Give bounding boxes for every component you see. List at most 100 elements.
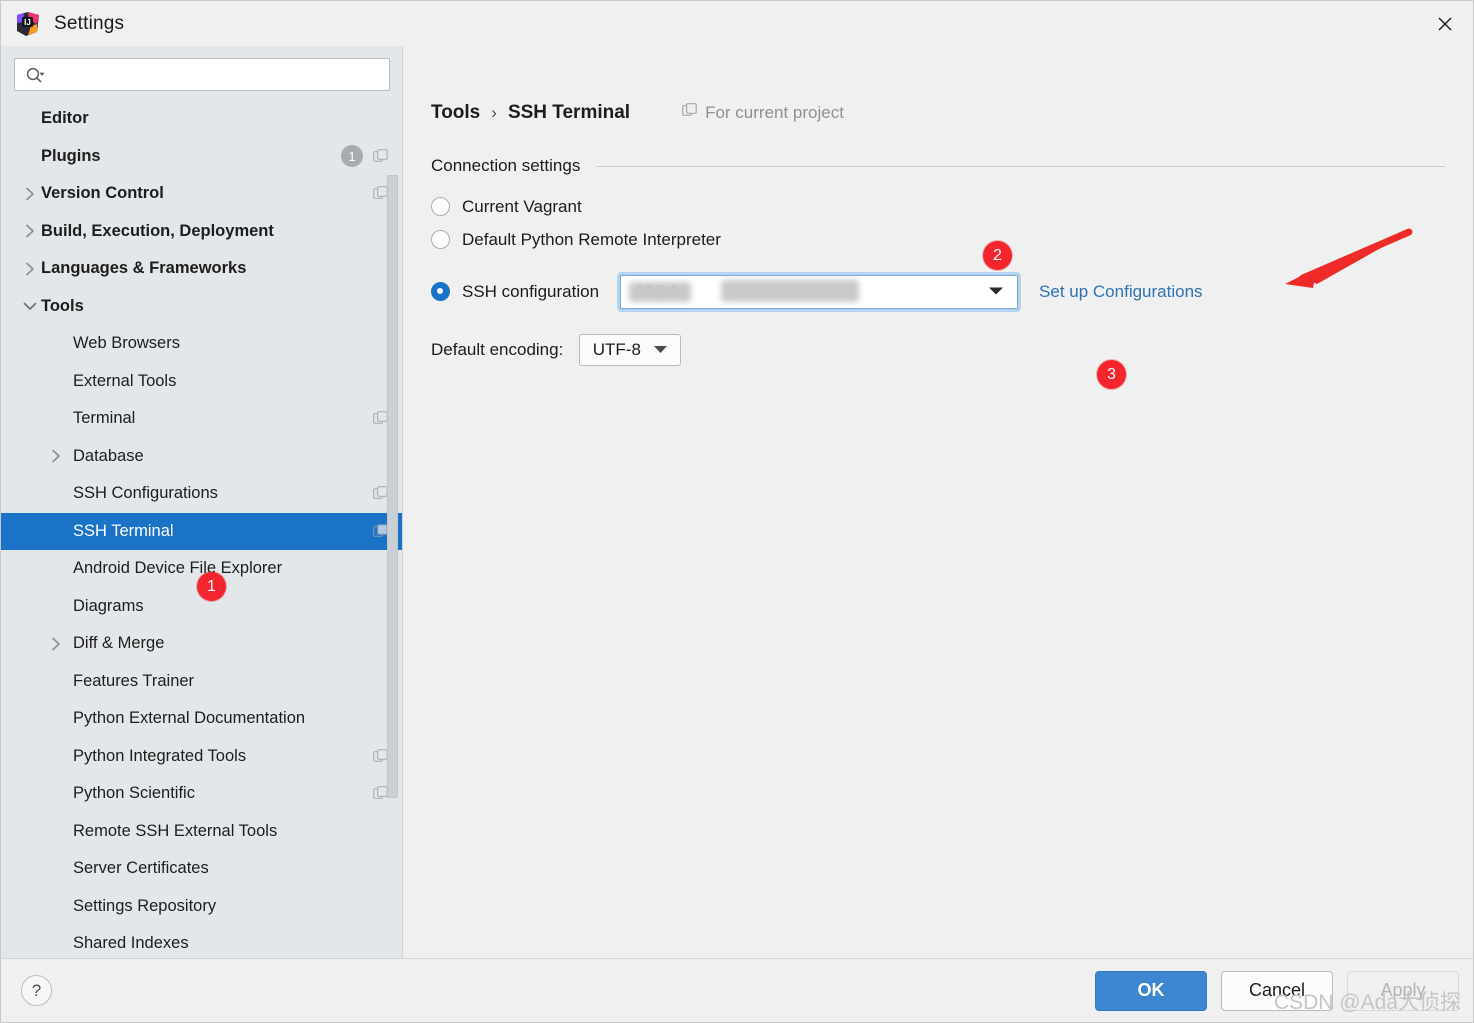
breadcrumb-parent[interactable]: Tools [431, 102, 480, 124]
ok-button[interactable]: OK [1095, 970, 1207, 1011]
copy-icon[interactable] [373, 748, 388, 764]
chevron-right-icon[interactable] [19, 187, 41, 201]
chevron-down-icon[interactable] [653, 341, 668, 359]
default-encoding-combo[interactable]: UTF-8 [579, 334, 682, 366]
footer-buttons: OK Cancel Apply [1095, 970, 1459, 1011]
sidebar-item-label: Python External Documentation [73, 709, 306, 728]
sidebar-item-label: Build, Execution, Deployment [41, 221, 274, 240]
chevron-right-icon[interactable] [45, 637, 67, 651]
sidebar-item-settings-repository[interactable]: Settings Repository [1, 888, 402, 926]
sidebar-item-python-scientific[interactable]: Python Scientific [1, 775, 402, 813]
copy-icon[interactable] [373, 523, 388, 539]
search-icon [25, 66, 46, 84]
sidebar-item-label: Languages & Frameworks [41, 259, 247, 278]
sidebar-item-label: Settings Repository [73, 896, 217, 915]
sidebar-item-label: Plugins [41, 146, 101, 165]
help-button[interactable]: ? [21, 975, 52, 1006]
sidebar-item-label: Android Device File Explorer [73, 559, 283, 578]
sidebar-item-label: Python Integrated Tools [73, 746, 247, 765]
copy-icon[interactable] [373, 786, 388, 801]
search-container [1, 46, 402, 91]
option-ssh-configuration[interactable]: SSH configuration 192.1 Set up Configura… [431, 271, 1473, 312]
dialog-body: Editor Plugins 1 Version Control Build, Exec… [1, 46, 1473, 958]
option-current-vagrant[interactable]: Current Vagrant [431, 190, 1473, 223]
sidebar-item-terminal[interactable]: Terminal [1, 400, 402, 438]
chevron-down-icon[interactable] [988, 283, 1004, 301]
cancel-button[interactable]: Cancel [1221, 970, 1333, 1011]
default-encoding-value: UTF-8 [592, 340, 641, 359]
radio-default-python-remote-interpreter[interactable] [431, 230, 450, 249]
radio-current-vagrant[interactable] [431, 197, 450, 216]
sidebar-item-label: Database [73, 446, 144, 465]
for-current-project-label: For current project [705, 103, 844, 122]
connection-options-group: Current Vagrant Default Python Remote In… [403, 190, 1473, 312]
sidebar-item-label: SSH Terminal [73, 521, 174, 540]
redaction-block-right [721, 279, 860, 302]
sidebar-item-build-execution-deployment[interactable]: Build, Execution, Deployment [1, 213, 402, 251]
sidebar-item-database[interactable]: Database [1, 438, 402, 476]
sidebar-item-label: SSH Configurations [73, 484, 218, 503]
sidebar-item-languages-frameworks[interactable]: Languages & Frameworks [1, 250, 402, 288]
sidebar-item-trailing-icons [373, 786, 388, 801]
sidebar-item-plugins[interactable]: Plugins 1 [1, 138, 402, 176]
ssh-configuration-combo[interactable]: 192.1 [620, 274, 1019, 309]
chevron-down-icon[interactable] [19, 301, 41, 312]
search-input[interactable] [46, 59, 389, 90]
sidebar-item-label: Terminal [73, 409, 136, 428]
sidebar-item-ssh-configurations[interactable]: SSH Configurations [1, 475, 402, 513]
redaction-block-left [629, 281, 692, 302]
set-up-configurations-link[interactable]: Set up Configurations [1039, 282, 1203, 302]
breadcrumb-separator: › [491, 103, 497, 122]
sidebar-item-editor[interactable]: Editor [1, 100, 402, 138]
option-default-python-remote-interpreter-label: Default Python Remote Interpreter [462, 229, 721, 249]
sidebar-item-python-integrated-tools[interactable]: Python Integrated Tools [1, 738, 402, 776]
sidebar-item-trailing-icons [373, 411, 388, 426]
sidebar-item-label: Diagrams [73, 596, 144, 615]
sidebar-item-label: Server Certificates [73, 859, 209, 878]
chevron-right-icon[interactable] [45, 449, 67, 463]
option-default-python-remote-interpreter[interactable]: Default Python Remote Interpreter [431, 223, 1473, 256]
sidebar-item-web-browsers[interactable]: Web Browsers [1, 325, 402, 363]
sidebar-item-server-certificates[interactable]: Server Certificates [1, 850, 402, 888]
copy-icon [682, 103, 697, 123]
sidebar-item-external-tools[interactable]: External Tools [1, 363, 402, 401]
radio-ssh-configuration[interactable] [431, 282, 450, 301]
sidebar-item-label: Diff & Merge [73, 634, 165, 653]
ssh-configuration-combo-focus-ring: 192.1 [617, 271, 1022, 312]
search-box[interactable] [14, 58, 390, 91]
annotation-badge-2: 2 [983, 241, 1012, 270]
sidebar-item-version-control[interactable]: Version Control [1, 175, 402, 213]
sidebar-item-python-external-documentation[interactable]: Python External Documentation [1, 700, 402, 738]
sidebar-item-count-badge: 1 [341, 145, 363, 168]
title-bar: IJ Settings [1, 1, 1473, 46]
intellij-idea-logo-icon: IJ [15, 11, 41, 37]
sidebar-item-remote-ssh-external-tools[interactable]: Remote SSH External Tools [1, 813, 402, 851]
sidebar-scrollbar-thumb[interactable] [387, 175, 398, 798]
breadcrumb: Tools › SSH Terminal For current project [431, 102, 1473, 124]
for-current-project[interactable]: For current project [682, 103, 844, 123]
settings-main-panel: Tools › SSH Terminal For current project… [403, 46, 1473, 958]
sidebar-item-shared-indexes[interactable]: Shared Indexes [1, 925, 402, 958]
annotation-badge-3: 3 [1097, 360, 1126, 389]
sidebar-item-tools[interactable]: Tools [1, 288, 402, 326]
copy-icon[interactable] [373, 411, 388, 426]
option-ssh-configuration-label: SSH configuration [462, 281, 600, 301]
sidebar-scrollbar-track[interactable] [387, 46, 398, 958]
sidebar-item-features-trainer[interactable]: Features Trainer [1, 663, 402, 701]
sidebar-item-label: Python Scientific [73, 784, 195, 803]
sidebar-item-ssh-terminal[interactable]: SSH Terminal [1, 512, 402, 550]
chevron-right-icon[interactable] [19, 224, 41, 238]
sidebar-item-diff-merge[interactable]: Diff & Merge [1, 625, 402, 663]
sidebar-item-label: Tools [41, 296, 84, 315]
settings-tree: Editor Plugins 1 Version Control Build, Exec… [1, 100, 402, 958]
copy-icon[interactable] [373, 486, 388, 501]
sidebar-item-label: Version Control [41, 184, 164, 203]
chevron-right-icon[interactable] [19, 262, 41, 276]
copy-icon[interactable] [373, 186, 388, 201]
copy-icon[interactable] [373, 148, 388, 164]
close-icon[interactable] [1417, 1, 1473, 46]
settings-dialog: IJ Settings Editor Plugins 1 Version Con… [0, 0, 1474, 1023]
section-divider [596, 165, 1445, 167]
section-title: Connection settings [431, 156, 581, 175]
sidebar-item-trailing-icons [373, 186, 388, 201]
